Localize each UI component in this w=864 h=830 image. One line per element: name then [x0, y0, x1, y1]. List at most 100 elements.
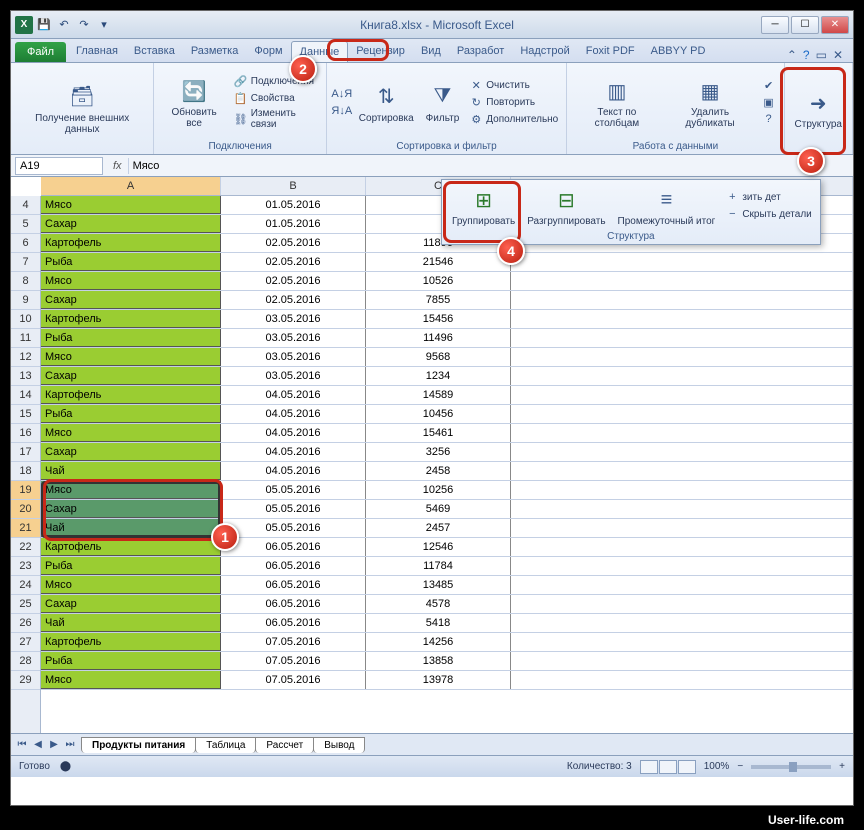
- cell[interactable]: 07.05.2016: [221, 652, 366, 670]
- sheet-next-icon[interactable]: ▶: [47, 739, 61, 750]
- row-header[interactable]: 7: [11, 253, 40, 272]
- sheet-last-icon[interactable]: ⏭: [63, 739, 77, 750]
- cell[interactable]: [511, 633, 853, 651]
- cell[interactable]: 01.05.2016: [221, 196, 366, 214]
- cell[interactable]: Картофель: [41, 386, 221, 404]
- cell[interactable]: Картофель: [41, 310, 221, 328]
- ribbon-tab-разработ[interactable]: Разработ: [449, 41, 512, 62]
- row-header[interactable]: 29: [11, 671, 40, 690]
- window-opt-icon[interactable]: ▭: [816, 48, 827, 62]
- cell[interactable]: Мясо: [41, 196, 221, 214]
- ribbon-tab-вид[interactable]: Вид: [413, 41, 449, 62]
- cell[interactable]: [511, 481, 853, 499]
- cell[interactable]: Сахар: [41, 367, 221, 385]
- cell[interactable]: Рыба: [41, 329, 221, 347]
- hide-detail-button[interactable]: −Скрыть детали: [723, 206, 813, 222]
- cell[interactable]: [511, 500, 853, 518]
- cell[interactable]: 10526: [366, 272, 511, 290]
- filter-button[interactable]: ⧩ Фильтр: [422, 79, 464, 126]
- column-header-a[interactable]: A: [41, 177, 221, 195]
- cell[interactable]: 9568: [366, 348, 511, 366]
- cell[interactable]: [511, 462, 853, 480]
- edit-links-button[interactable]: ⛓Изменить связи: [232, 107, 320, 131]
- ribbon-tab-форм[interactable]: Форм: [246, 41, 290, 62]
- cell[interactable]: [511, 443, 853, 461]
- cell[interactable]: [511, 576, 853, 594]
- text-to-columns-button[interactable]: ▥ Текст по столбцам: [573, 73, 660, 131]
- row-header[interactable]: 14: [11, 386, 40, 405]
- name-box[interactable]: A19: [15, 157, 103, 175]
- sheet-first-icon[interactable]: ⏮: [15, 739, 29, 750]
- cell[interactable]: 12546: [366, 538, 511, 556]
- cell[interactable]: Сахар: [41, 500, 221, 518]
- cell[interactable]: 03.05.2016: [221, 329, 366, 347]
- row-header[interactable]: 8: [11, 272, 40, 291]
- group-button[interactable]: ⊞ Группировать: [448, 182, 519, 229]
- cell[interactable]: Мясо: [41, 671, 221, 689]
- properties-button[interactable]: 📋Свойства: [232, 90, 320, 106]
- cell[interactable]: Мясо: [41, 576, 221, 594]
- qat-more-icon[interactable]: ▾: [95, 16, 113, 34]
- row-header[interactable]: 6: [11, 234, 40, 253]
- cell[interactable]: 05.05.2016: [221, 481, 366, 499]
- advanced-button[interactable]: ⚙Дополнительно: [467, 111, 560, 127]
- cell[interactable]: 15456: [366, 310, 511, 328]
- cell[interactable]: 05.05.2016: [221, 500, 366, 518]
- cell[interactable]: 13858: [366, 652, 511, 670]
- cell[interactable]: [511, 424, 853, 442]
- row-header[interactable]: 18: [11, 462, 40, 481]
- row-header[interactable]: 21: [11, 519, 40, 538]
- cell[interactable]: 06.05.2016: [221, 614, 366, 632]
- formula-input[interactable]: Мясо: [128, 158, 853, 174]
- cell[interactable]: 06.05.2016: [221, 576, 366, 594]
- cell[interactable]: 13978: [366, 671, 511, 689]
- cell[interactable]: Сахар: [41, 215, 221, 233]
- row-header[interactable]: 27: [11, 633, 40, 652]
- close-button[interactable]: ✕: [821, 16, 849, 34]
- cell[interactable]: 10256: [366, 481, 511, 499]
- data-validation-button[interactable]: ✔: [760, 77, 778, 93]
- cell[interactable]: 04.05.2016: [221, 386, 366, 404]
- subtotal-button[interactable]: ≡ Промежуточный итог: [614, 182, 720, 229]
- cell[interactable]: 07.05.2016: [221, 671, 366, 689]
- zoom-in-button[interactable]: +: [839, 761, 845, 772]
- whatif-button[interactable]: ?: [760, 111, 778, 127]
- file-tab[interactable]: Файл: [15, 42, 66, 62]
- ribbon-tab-вставка[interactable]: Вставка: [126, 41, 183, 62]
- layout-view-button[interactable]: [659, 760, 677, 774]
- row-header[interactable]: 11: [11, 329, 40, 348]
- sheet-prev-icon[interactable]: ◀: [31, 739, 45, 750]
- row-header[interactable]: 9: [11, 291, 40, 310]
- show-detail-button[interactable]: +зить дет: [723, 189, 813, 205]
- cell[interactable]: [511, 405, 853, 423]
- fx-icon[interactable]: fx: [107, 160, 128, 172]
- cell[interactable]: 2458: [366, 462, 511, 480]
- cell[interactable]: 02.05.2016: [221, 272, 366, 290]
- cell[interactable]: [511, 595, 853, 613]
- cell[interactable]: 11784: [366, 557, 511, 575]
- cell[interactable]: [511, 671, 853, 689]
- cell[interactable]: Сахар: [41, 291, 221, 309]
- ribbon-tab-главная[interactable]: Главная: [68, 41, 126, 62]
- row-header[interactable]: 20: [11, 500, 40, 519]
- sheet-tab[interactable]: Вывод: [313, 737, 365, 753]
- cell[interactable]: Рыба: [41, 405, 221, 423]
- cell[interactable]: 10456: [366, 405, 511, 423]
- row-header[interactable]: 16: [11, 424, 40, 443]
- cell[interactable]: [511, 310, 853, 328]
- cell[interactable]: 5469: [366, 500, 511, 518]
- ribbon-tab-abbyy pd[interactable]: ABBYY PD: [643, 41, 714, 62]
- cell[interactable]: 05.05.2016: [221, 519, 366, 537]
- cell[interactable]: [511, 272, 853, 290]
- cell[interactable]: [511, 519, 853, 537]
- cell[interactable]: 4578: [366, 595, 511, 613]
- cell[interactable]: [511, 253, 853, 271]
- redo-icon[interactable]: ↷: [75, 16, 93, 34]
- remove-duplicates-button[interactable]: ▦ Удалить дубликаты: [665, 73, 756, 131]
- sort-button[interactable]: ⇅ Сортировка: [355, 79, 418, 126]
- cell[interactable]: Картофель: [41, 234, 221, 252]
- cell[interactable]: 21546: [366, 253, 511, 271]
- normal-view-button[interactable]: [640, 760, 658, 774]
- row-header[interactable]: 23: [11, 557, 40, 576]
- cell[interactable]: Мясо: [41, 481, 221, 499]
